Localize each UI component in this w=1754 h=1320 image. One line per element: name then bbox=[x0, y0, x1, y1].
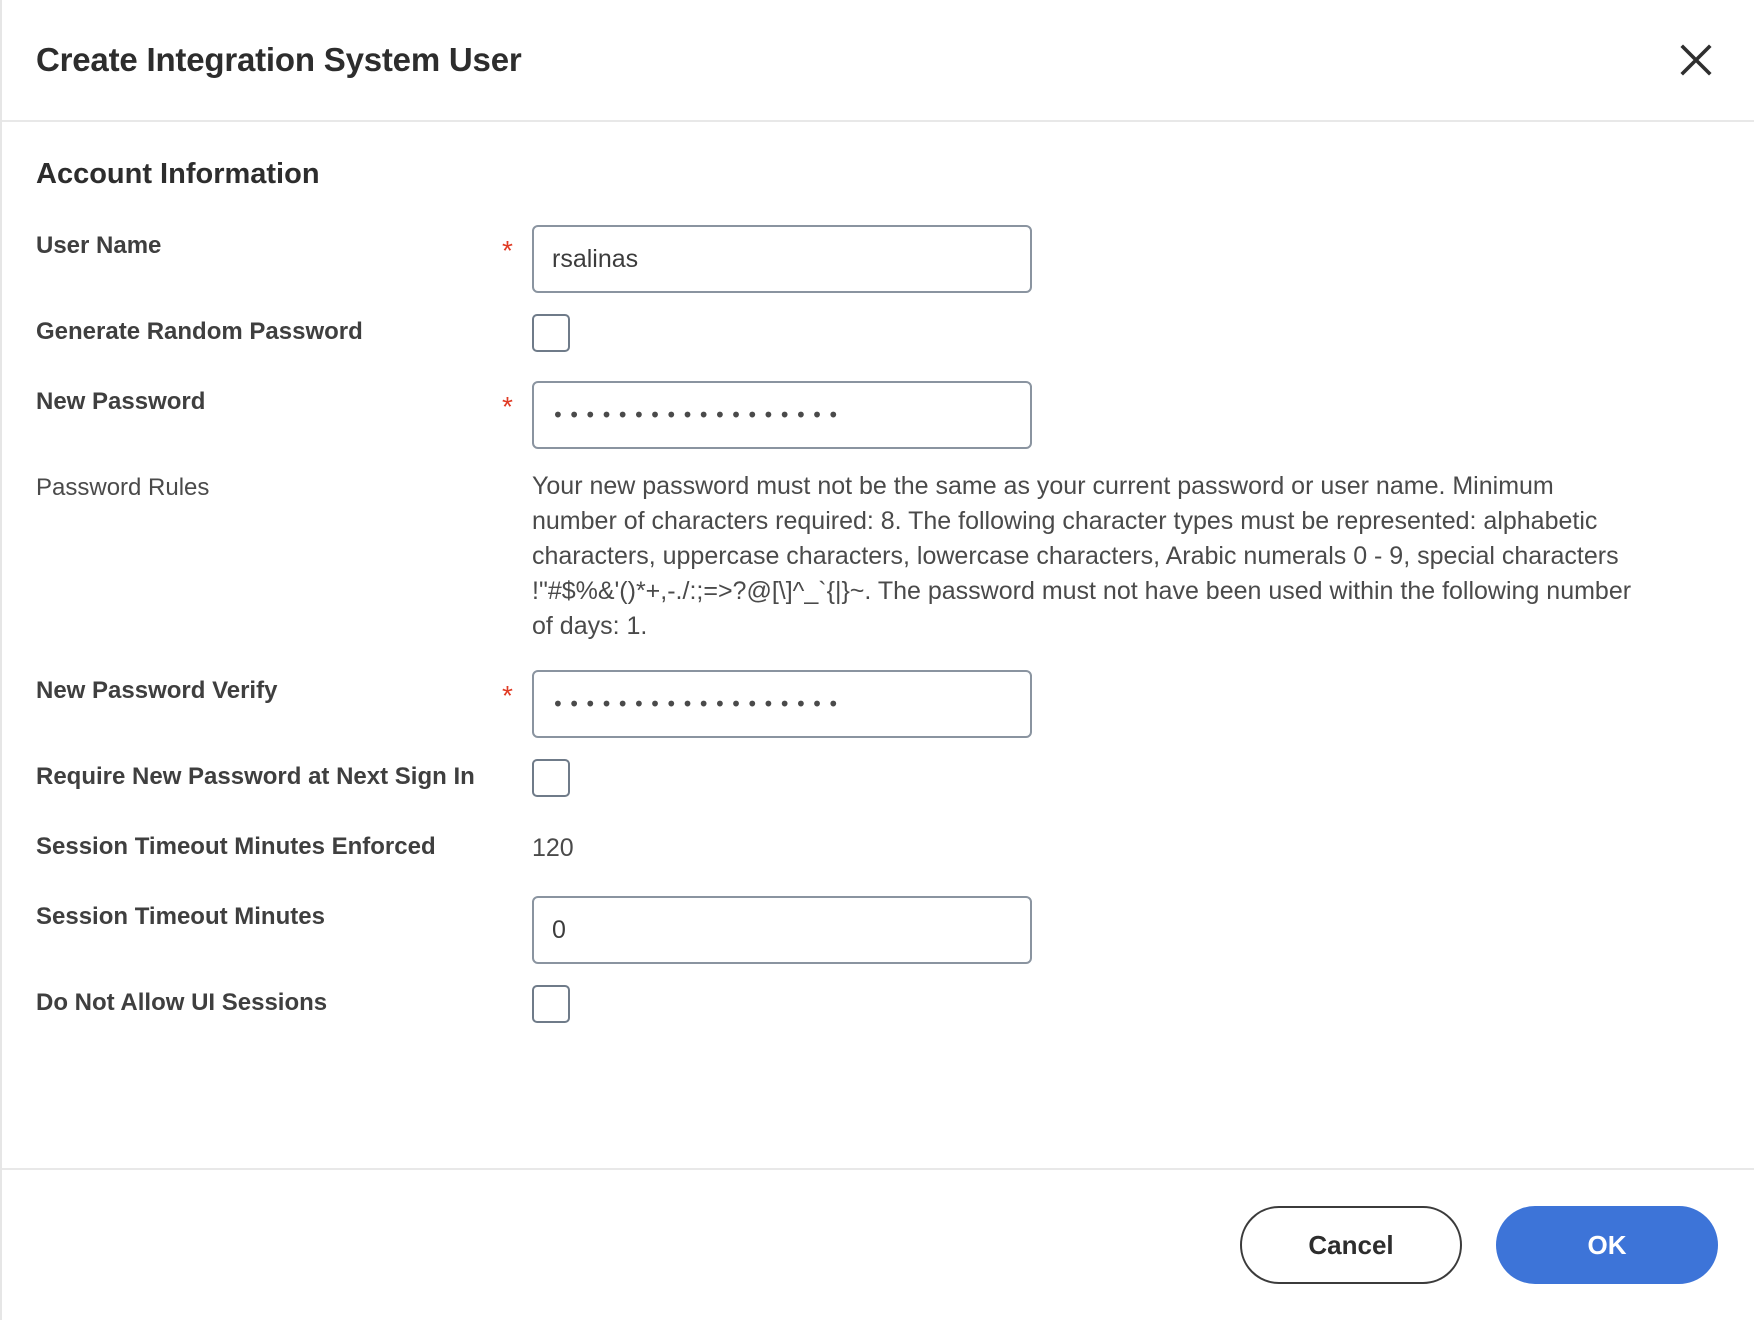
required-indicator-password-rules: * bbox=[502, 467, 532, 507]
close-button[interactable] bbox=[1668, 32, 1724, 88]
form-row-require-new-password-next-sign-in: Require New Password at Next Sign In * bbox=[36, 756, 1720, 808]
label-new-password-verify: New Password Verify bbox=[36, 670, 502, 706]
session-timeout-minutes-input[interactable] bbox=[532, 896, 1032, 964]
form-row-new-password: New Password * •••••••••••••••••• bbox=[36, 381, 1720, 449]
required-indicator-new-password-verify: * bbox=[502, 670, 532, 710]
generate-random-password-checkbox[interactable] bbox=[532, 314, 570, 352]
required-indicator-new-password: * bbox=[502, 381, 532, 421]
field-control-do-not-allow-ui-sessions bbox=[532, 982, 1720, 1028]
user-name-input[interactable] bbox=[532, 225, 1032, 293]
close-icon bbox=[1676, 40, 1716, 80]
required-indicator-session-timeout-minutes: * bbox=[502, 896, 532, 936]
do-not-allow-ui-sessions-checkbox[interactable] bbox=[532, 985, 570, 1023]
page-title: Create Integration System User bbox=[36, 41, 522, 79]
section-title-account-information: Account Information bbox=[36, 158, 1720, 191]
label-new-password: New Password bbox=[36, 381, 502, 417]
form-row-generate-random-password: Generate Random Password * bbox=[36, 311, 1720, 363]
label-user-name: User Name bbox=[36, 225, 502, 261]
required-indicator-require-new-password: * bbox=[502, 756, 532, 796]
required-indicator-user-name: * bbox=[502, 225, 532, 265]
required-indicator-do-not-allow-ui-sessions: * bbox=[502, 982, 532, 1022]
field-control-generate-random-password bbox=[532, 311, 1720, 357]
form-row-password-rules: Password Rules * Your new password must … bbox=[36, 467, 1720, 644]
new-password-verify-masked-value: •••••••••••••••••• bbox=[552, 694, 844, 714]
field-control-new-password-verify: •••••••••••••••••• bbox=[532, 670, 1720, 738]
label-session-timeout-minutes: Session Timeout Minutes bbox=[36, 896, 502, 932]
require-new-password-next-sign-in-checkbox[interactable] bbox=[532, 759, 570, 797]
new-password-input[interactable]: •••••••••••••••••• bbox=[532, 381, 1032, 449]
form-row-session-timeout-minutes-enforced: Session Timeout Minutes Enforced * 120 bbox=[36, 826, 1720, 878]
label-password-rules: Password Rules bbox=[36, 467, 502, 503]
field-control-user-name bbox=[532, 225, 1720, 293]
dialog-footer: Cancel OK bbox=[2, 1168, 1754, 1320]
field-control-require-new-password-next-sign-in bbox=[532, 756, 1720, 802]
field-control-session-timeout-minutes-enforced: 120 bbox=[532, 826, 1720, 863]
password-rules-text: Your new password must not be the same a… bbox=[532, 467, 1632, 644]
create-integration-system-user-dialog: Create Integration System User Account I… bbox=[0, 0, 1754, 1320]
form-row-do-not-allow-ui-sessions: Do Not Allow UI Sessions * bbox=[36, 982, 1720, 1034]
required-indicator-generate-random-password: * bbox=[502, 311, 532, 351]
field-control-new-password: •••••••••••••••••• bbox=[532, 381, 1720, 449]
form-row-session-timeout-minutes: Session Timeout Minutes * bbox=[36, 896, 1720, 964]
new-password-verify-input[interactable]: •••••••••••••••••• bbox=[532, 670, 1032, 738]
form-row-new-password-verify: New Password Verify * •••••••••••••••••• bbox=[36, 670, 1720, 738]
label-do-not-allow-ui-sessions: Do Not Allow UI Sessions bbox=[36, 982, 502, 1018]
label-require-new-password-next-sign-in: Require New Password at Next Sign In bbox=[36, 756, 502, 792]
ok-button[interactable]: OK bbox=[1496, 1206, 1718, 1284]
label-generate-random-password: Generate Random Password bbox=[36, 311, 502, 347]
form-row-user-name: User Name * bbox=[36, 225, 1720, 293]
field-control-password-rules: Your new password must not be the same a… bbox=[532, 467, 1720, 644]
required-indicator-session-timeout-enforced: * bbox=[502, 826, 532, 866]
cancel-button[interactable]: Cancel bbox=[1240, 1206, 1462, 1284]
new-password-masked-value: •••••••••••••••••• bbox=[552, 405, 844, 425]
dialog-body: Account Information User Name * Generate… bbox=[2, 122, 1754, 1168]
dialog-header: Create Integration System User bbox=[2, 0, 1754, 122]
field-control-session-timeout-minutes bbox=[532, 896, 1720, 964]
session-timeout-minutes-enforced-value: 120 bbox=[532, 826, 1720, 863]
label-session-timeout-minutes-enforced: Session Timeout Minutes Enforced bbox=[36, 826, 502, 862]
